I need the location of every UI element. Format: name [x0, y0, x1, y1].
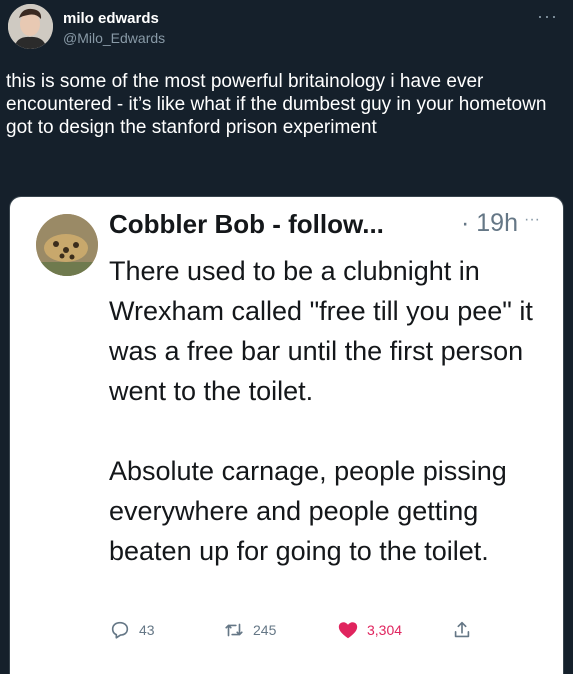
quoted-body: There used to be a clubnight in Wrexham …	[109, 251, 549, 571]
reply-icon	[111, 621, 129, 639]
like-count: 3,304	[367, 622, 403, 638]
retweet-icon	[225, 623, 243, 637]
quoted-paragraph: Absolute carnage, people pissing everywh…	[109, 456, 507, 566]
quoted-timestamp: · 19h	[461, 209, 518, 237]
heart-icon	[338, 622, 358, 639]
quoted-actions: 43 245 3,304	[109, 619, 509, 649]
avatar[interactable]	[8, 4, 53, 49]
share-icon	[454, 621, 470, 638]
quoted-tweet-screenshot: Cobbler Bob - follow... · 19h ··· There …	[9, 196, 564, 674]
reply-count: 43	[139, 622, 155, 638]
retweet-action: 245	[223, 619, 276, 641]
quoted-more-icon: ···	[524, 211, 540, 228]
retweet-count: 245	[253, 622, 277, 638]
quoted-author-name: Cobbler Bob - follow...	[109, 209, 384, 239]
author-handle[interactable]: @Milo_Edwards	[63, 30, 165, 46]
more-icon[interactable]: ···	[537, 6, 558, 27]
author-name[interactable]: milo edwards	[63, 10, 159, 27]
reply-action: 43	[109, 619, 155, 641]
tweet-header: milo edwards @Milo_Edwards ···	[0, 0, 573, 60]
tweet-text: this is some of the most powerful britai…	[6, 71, 547, 138]
share-action	[451, 619, 481, 641]
like-action: 3,304	[337, 619, 402, 641]
quoted-avatar	[36, 214, 98, 276]
quoted-paragraph: There used to be a clubnight in Wrexham …	[109, 256, 533, 406]
